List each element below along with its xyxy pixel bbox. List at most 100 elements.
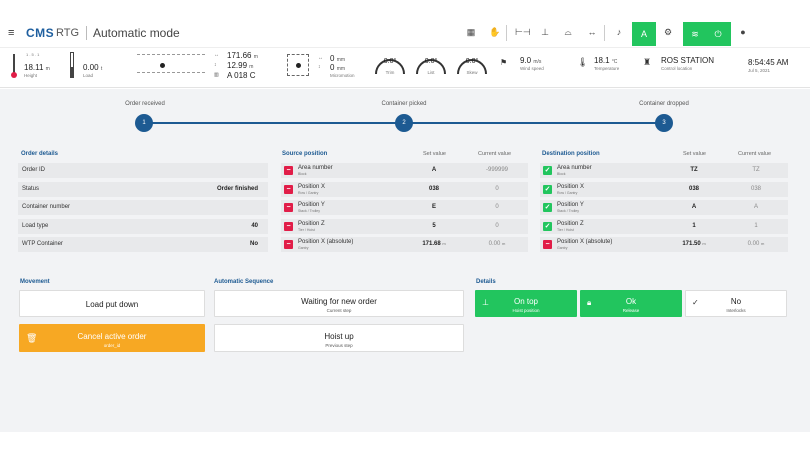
check-icon: ✓ — [543, 185, 552, 194]
load-type-value: 40 — [251, 223, 258, 229]
wtp-container-row: WTP Container No — [18, 237, 268, 252]
step-1-circle: 1 — [135, 114, 153, 132]
source-row: − Position Y Stack / Trolley E 0 — [281, 200, 528, 215]
source-row: − Position X Row / Gantry 038 0 — [281, 182, 528, 197]
pos-x-icon: ↔ — [214, 52, 219, 58]
automatic-mode-button[interactable]: A — [632, 22, 656, 46]
micromotion-label: Micromotion — [330, 73, 355, 78]
skew-gauge: 0.0° Skew — [454, 50, 490, 78]
micro-x-icon: ↔ — [318, 55, 323, 61]
wifi-icon[interactable]: ≋ — [688, 22, 702, 46]
source-row: − Position X (absolute) Gantry 171.68 m … — [281, 237, 528, 252]
load-value: 0.00 t — [83, 63, 103, 72]
automatic-sequence-title: Automatic Sequence — [214, 279, 274, 285]
source-row-cur: 0 — [495, 186, 499, 192]
gantry-icon[interactable]: ⊢⊣ — [515, 27, 531, 38]
order-id-key: Order ID — [22, 167, 46, 173]
destination-row: ✓ Position X Row / Gantry 038 038 — [540, 182, 788, 197]
destination-row-sub: Stack / Trolley — [557, 209, 579, 213]
container-number-key: Container number — [22, 204, 71, 210]
destination-row-set: 1 — [692, 223, 696, 229]
destination-row-name: Position X — [557, 184, 585, 190]
source-row-cur: 0 — [495, 204, 499, 210]
hoist-position-title: On top — [513, 297, 538, 306]
list-label: List — [427, 70, 435, 75]
gear-icon[interactable]: ⚙ — [661, 27, 675, 38]
load-put-down-button[interactable]: Load put down — [19, 290, 205, 317]
load-put-down-label: Load put down — [85, 300, 139, 309]
toolbar-divider — [506, 25, 507, 41]
grid-icon[interactable]: ▦ — [464, 27, 478, 38]
connection-button-group: ≋ ⏻ — [683, 22, 731, 46]
automatic-mode-label: A — [640, 29, 647, 39]
check-icon: ✓ — [543, 166, 552, 175]
mode-title: Automatic mode — [93, 26, 180, 40]
main-area — [0, 89, 810, 432]
source-row-set: 171.68 m — [422, 241, 446, 247]
trolley-icon[interactable]: ⊥ — [538, 27, 552, 38]
destination-row: ✓ Position Y Stack / Trolley A A — [540, 200, 788, 215]
release-title: Ok — [625, 297, 637, 306]
source-row-sub: Gantry — [298, 246, 309, 250]
order-details-title: Order details — [21, 151, 59, 157]
step-3-label: Container dropped — [639, 101, 689, 107]
span-icon[interactable]: ↔ — [585, 27, 599, 37]
destination-row-name: Position Z — [557, 221, 584, 227]
top-bar: ≡ CMS RTG Automatic mode ▦ ✋ ⊢⊣ ⊥ ⌓ ↔ ♪ … — [0, 0, 810, 48]
height-gauge-icon — [11, 54, 17, 80]
list-value: 0.0° — [424, 58, 438, 65]
current-step-card: Waiting for new order Current step — [214, 290, 464, 317]
step-1-label: Order received — [125, 101, 165, 107]
micro-y-icon: ↕ — [318, 64, 321, 70]
previous-step-title: Hoist up — [324, 332, 354, 341]
check-icon: ✓ — [543, 203, 552, 212]
source-row-set: A — [431, 167, 437, 173]
minus-icon: − — [284, 203, 293, 212]
interlocks-sub: Interlocks — [726, 308, 746, 313]
trim-label: Trim — [385, 70, 395, 75]
destination-row-cur: TZ — [752, 167, 760, 173]
destination-row: − Position X (absolute) Gantry 171.50 m … — [540, 237, 788, 252]
destination-row: ✓ Area number Block TZ TZ — [540, 163, 788, 178]
source-row: − Position Z Tier / Hoist 5 0 — [281, 219, 528, 234]
bell-icon[interactable]: ♪ — [612, 27, 626, 37]
destination-row-cur: 038 — [750, 186, 761, 192]
cancel-active-order-button[interactable]: 🗑︎ Cancel active order order_id — [19, 324, 205, 352]
time-value: 8:54:45 AM — [748, 58, 789, 67]
user-icon[interactable]: ● — [736, 27, 750, 37]
source-row-set: 5 — [432, 223, 436, 229]
source-row-set: E — [431, 204, 436, 210]
position-marker — [160, 63, 165, 68]
micro-y-value: 0 mm — [330, 63, 346, 72]
wtp-container-key: WTP Container — [22, 241, 63, 247]
header-divider — [86, 26, 87, 40]
thermometer-icon: 🌡︎ — [577, 57, 589, 67]
destination-row-cur: 1 — [754, 223, 758, 229]
current-step-sub: Current step — [326, 308, 352, 313]
app-root: ≡ CMS RTG Automatic mode ▦ ✋ ⊢⊣ ⊥ ⌓ ↔ ♪ … — [0, 0, 810, 455]
power-icon[interactable]: ⏻ — [711, 22, 725, 46]
source-row-set: 038 — [428, 186, 439, 192]
skew-label: Skew — [466, 70, 478, 75]
spreader-icon[interactable]: ⌓ — [561, 27, 575, 38]
source-row-cur: 0 — [495, 223, 499, 229]
destination-row-cur: 0.00 m — [747, 241, 765, 247]
destination-row-name: Area number — [557, 165, 592, 171]
status-key: Status — [22, 186, 40, 192]
minus-icon: − — [284, 166, 293, 175]
minus-icon: − — [284, 222, 293, 231]
hand-icon[interactable]: ✋ — [488, 27, 502, 38]
temp-label: Temperature — [594, 66, 620, 71]
release-card: 🔒︎ Ok Release — [580, 290, 682, 317]
source-row-cur: 0.00 m — [488, 241, 506, 247]
source-current-header: Current value — [478, 151, 512, 157]
position-track-top — [137, 54, 205, 55]
destination-row-sub: Row / Gantry — [557, 191, 578, 195]
height-label: Height — [24, 73, 38, 78]
status-value: Order finished — [216, 186, 258, 192]
container-number-row: Container number — [18, 200, 268, 215]
menu-icon[interactable]: ≡ — [8, 28, 14, 39]
interlocks-title: No — [730, 297, 742, 306]
destination-row-sub: Gantry — [557, 246, 568, 250]
source-set-header: Set value — [423, 151, 446, 157]
